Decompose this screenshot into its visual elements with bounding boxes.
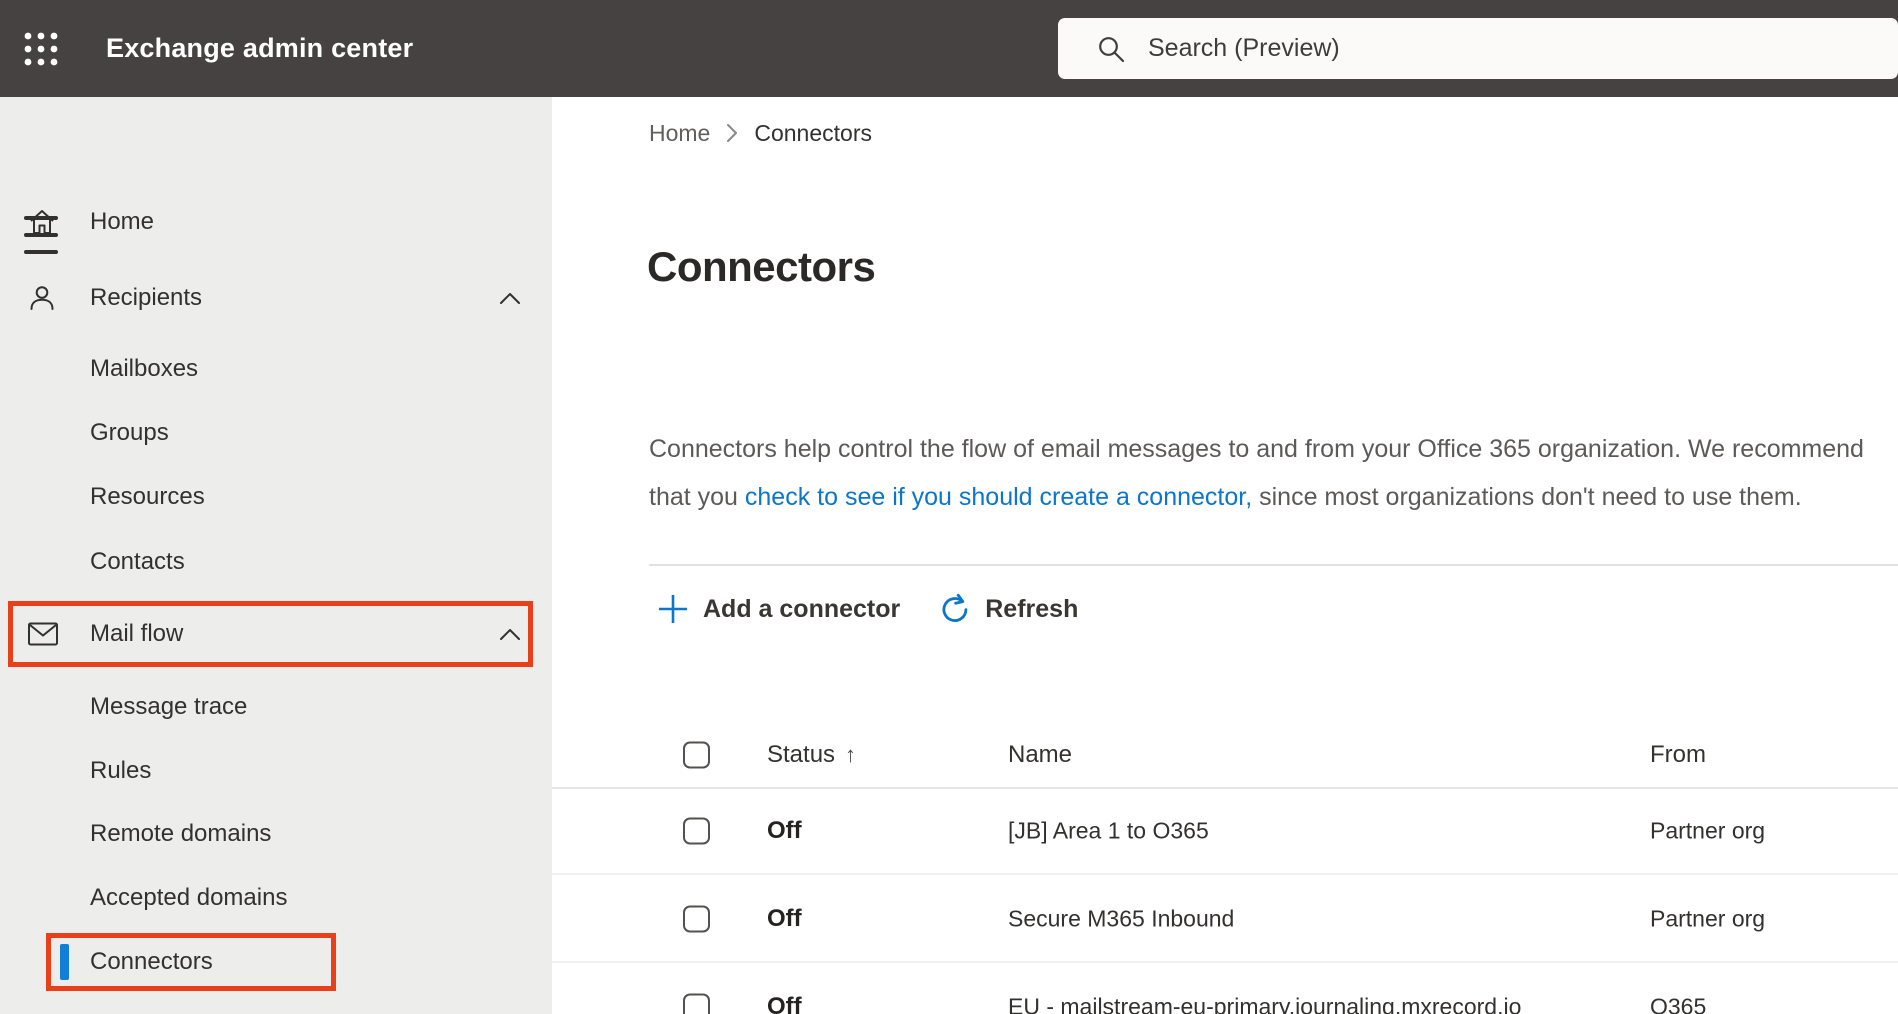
sidebar-item-recipients[interactable]: Recipients [0, 270, 552, 326]
chevron-up-icon [500, 293, 520, 304]
sidebar-item-mail-flow[interactable]: Mail flow [0, 606, 552, 662]
row-name[interactable]: Secure M365 Inbound [1008, 906, 1234, 933]
mail-icon [28, 622, 58, 646]
row-status: Off [767, 817, 802, 844]
column-header-name[interactable]: Name [1008, 741, 1072, 769]
top-app-bar: Exchange admin center Search (Preview) [0, 0, 1898, 97]
search-input[interactable]: Search (Preview) [1058, 18, 1898, 79]
table-row[interactable]: Off [JB] Area 1 to O365 Partner org [552, 789, 1898, 875]
waffle-icon [24, 32, 58, 66]
sidebar-item-connectors[interactable]: Connectors [0, 934, 552, 990]
sidebar-item-label: Mail flow [90, 620, 184, 647]
sidebar-item-label: Resources [90, 483, 205, 510]
row-from: Partner org [1650, 905, 1766, 932]
sidebar-item-message-trace[interactable]: Message trace [0, 679, 552, 735]
sidebar-item-label: Accepted domains [90, 884, 288, 911]
select-all-checkbox[interactable] [683, 741, 710, 769]
app-title: Exchange admin center [106, 33, 414, 63]
row-status: Off [767, 905, 802, 932]
sidebar-item-label: Groups [90, 419, 169, 446]
sidebar-item-mailboxes[interactable]: Mailboxes [0, 341, 552, 397]
refresh-icon [942, 593, 968, 622]
description-text: since most organizations don't need to u… [1252, 483, 1802, 511]
sidebar-item-groups[interactable]: Groups [0, 405, 552, 461]
search-icon [1099, 36, 1125, 62]
plus-icon [659, 595, 687, 623]
row-status: Off [767, 993, 802, 1014]
sort-ascending-icon: ↑ [845, 742, 857, 767]
breadcrumb-current: Connectors [754, 119, 872, 146]
row-checkbox[interactable] [683, 817, 710, 845]
sidebar-item-accepted-domains[interactable]: Accepted domains [0, 870, 552, 926]
page-description: Connectors help control the flow of emai… [649, 425, 1874, 521]
column-header-from[interactable]: From [1650, 741, 1706, 769]
sidebar-item-contacts[interactable]: Contacts [0, 534, 552, 590]
breadcrumb-chevron-icon [726, 123, 738, 143]
create-connector-check-link[interactable]: check to see if you should create a conn… [745, 483, 1252, 511]
row-name[interactable]: [JB] Area 1 to O365 [1008, 818, 1209, 845]
add-connector-label: Add a connector [703, 594, 901, 623]
sidebar-item-resources[interactable]: Resources [0, 469, 552, 525]
add-connector-button[interactable]: Add a connector [656, 592, 900, 626]
table-row[interactable]: Off Secure M365 Inbound Partner org [552, 877, 1898, 963]
sidebar-item-label: Mailboxes [90, 355, 199, 382]
sidebar-item-label: Message trace [90, 693, 248, 720]
breadcrumb: Home Connectors [649, 117, 872, 149]
row-checkbox[interactable] [683, 905, 710, 933]
refresh-label: Refresh [985, 594, 1079, 623]
chevron-up-icon [500, 629, 520, 640]
sidebar-item-label: Home [90, 208, 155, 235]
left-navigation: Home Recipients Mailboxes Groups Resourc… [0, 97, 552, 1014]
sidebar-item-rules[interactable]: Rules [0, 743, 552, 799]
refresh-button[interactable]: Refresh [938, 592, 1078, 626]
row-checkbox[interactable] [683, 993, 710, 1014]
sidebar-item-label: Connectors [90, 948, 213, 975]
sidebar-item-label: Contacts [90, 548, 185, 575]
home-icon [30, 210, 54, 234]
table-header-row: Status ↑ Name From [552, 723, 1898, 789]
sidebar-item-label: Remote domains [90, 820, 272, 847]
page-title: Connectors [647, 243, 876, 290]
main-content: Home Connectors Connectors Connectors he… [552, 97, 1898, 1014]
table-row[interactable]: Off EU - mailstream-eu-primary.journalin… [552, 965, 1898, 1014]
row-from: Partner org [1650, 817, 1766, 844]
app-launcher-button[interactable] [14, 22, 68, 76]
command-bar: Add a connector Refresh [656, 583, 1078, 635]
row-name[interactable]: EU - mailstream-eu-primary.journaling.mx… [1008, 994, 1521, 1014]
selected-item-accent-bar [60, 944, 69, 980]
sidebar-item-home[interactable]: Home [0, 194, 552, 250]
sidebar-item-remote-domains[interactable]: Remote domains [0, 806, 552, 862]
sidebar-item-label: Rules [90, 757, 152, 784]
column-header-status[interactable]: Status ↑ [767, 741, 856, 769]
search-placeholder-text: Search (Preview) [1148, 34, 1340, 62]
row-from: O365 [1650, 993, 1707, 1014]
person-icon [30, 286, 54, 310]
sidebar-item-label: Recipients [90, 284, 203, 311]
toolbar-top-divider [649, 564, 1898, 566]
breadcrumb-home-link[interactable]: Home [649, 120, 710, 147]
